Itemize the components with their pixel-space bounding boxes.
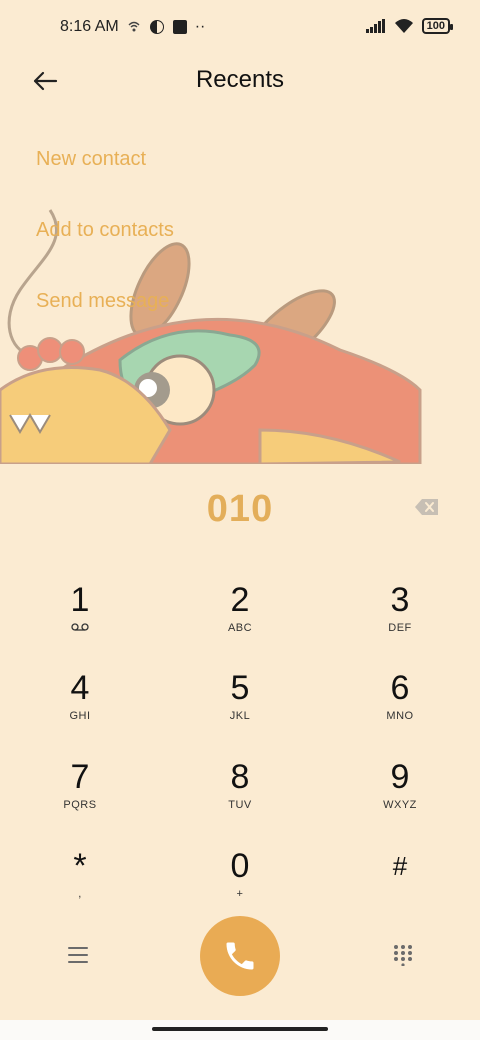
key-digit: 2 — [230, 581, 250, 619]
new-contact-action[interactable]: New contact — [36, 148, 146, 171]
dialed-number: 010 — [206, 488, 274, 530]
key-5[interactable]: 5 JKL — [180, 668, 300, 748]
key-letters: WXYZ — [383, 799, 417, 811]
key-letters: ABC — [227, 622, 253, 634]
add-to-contacts-action[interactable]: Add to contacts — [36, 219, 174, 242]
key-letters: TUV — [228, 799, 252, 811]
backspace-icon[interactable] — [414, 497, 440, 517]
battery-icon: 100 — [421, 18, 454, 34]
key-0[interactable]: 0 + — [180, 846, 300, 926]
home-gesture-handle[interactable] — [152, 1027, 328, 1031]
key-digit: * — [73, 847, 87, 885]
key-digit: 6 — [390, 669, 410, 707]
key-letters: GHI — [69, 710, 91, 722]
key-digit: 0 — [230, 847, 250, 885]
key-3[interactable]: 3 DEF — [340, 580, 460, 660]
key-8[interactable]: 8 TUV — [180, 757, 300, 837]
key-7[interactable]: 7 PQRS — [20, 757, 140, 837]
call-button[interactable] — [200, 916, 280, 996]
dialpad-icon[interactable] — [393, 944, 413, 966]
key-digit: 4 — [70, 669, 90, 707]
signal-icon — [365, 19, 385, 33]
more-notifications-icon: ·· — [194, 18, 206, 35]
status-bar: 8:16 AM ·· 100 — [0, 0, 480, 56]
app-notification-icon — [172, 20, 187, 34]
phone-icon — [226, 942, 254, 970]
key-4[interactable]: 4 GHI — [20, 668, 140, 748]
page-title: Recents — [195, 66, 285, 93]
key-star[interactable]: * , — [20, 846, 140, 926]
top-bar: Recents — [0, 56, 480, 108]
key-letters: PQRS — [63, 799, 97, 811]
key-digit: 1 — [70, 581, 90, 619]
key-letters: MNO — [386, 710, 414, 722]
voicemail-icon — [20, 622, 140, 634]
key-digit: 8 — [230, 758, 250, 796]
key-letters: JKL — [229, 710, 251, 722]
key-digit: 9 — [390, 758, 410, 796]
key-letters: DEF — [388, 622, 412, 634]
key-letters: , — [78, 888, 82, 900]
menu-icon[interactable] — [68, 946, 88, 964]
send-message-action[interactable]: Send message — [36, 290, 169, 313]
system-nav-bar — [0, 1020, 480, 1040]
key-2[interactable]: 2 ABC — [180, 580, 300, 660]
key-9[interactable]: 9 WXYZ — [340, 757, 460, 837]
status-time: 8:16 AM — [60, 18, 119, 35]
key-digit: 7 — [70, 758, 90, 796]
key-digit: # — [392, 851, 408, 881]
key-1[interactable]: 1 — [20, 580, 140, 660]
key-digit: 5 — [230, 669, 250, 707]
key-6[interactable]: 6 MNO — [340, 668, 460, 748]
key-letters: + — [236, 888, 244, 900]
key-digit: 3 — [390, 581, 410, 619]
key-hash[interactable]: # — [340, 846, 460, 926]
vpn-icon — [149, 20, 164, 34]
wifi-icon — [394, 19, 413, 33]
hotspot-icon — [128, 21, 140, 32]
